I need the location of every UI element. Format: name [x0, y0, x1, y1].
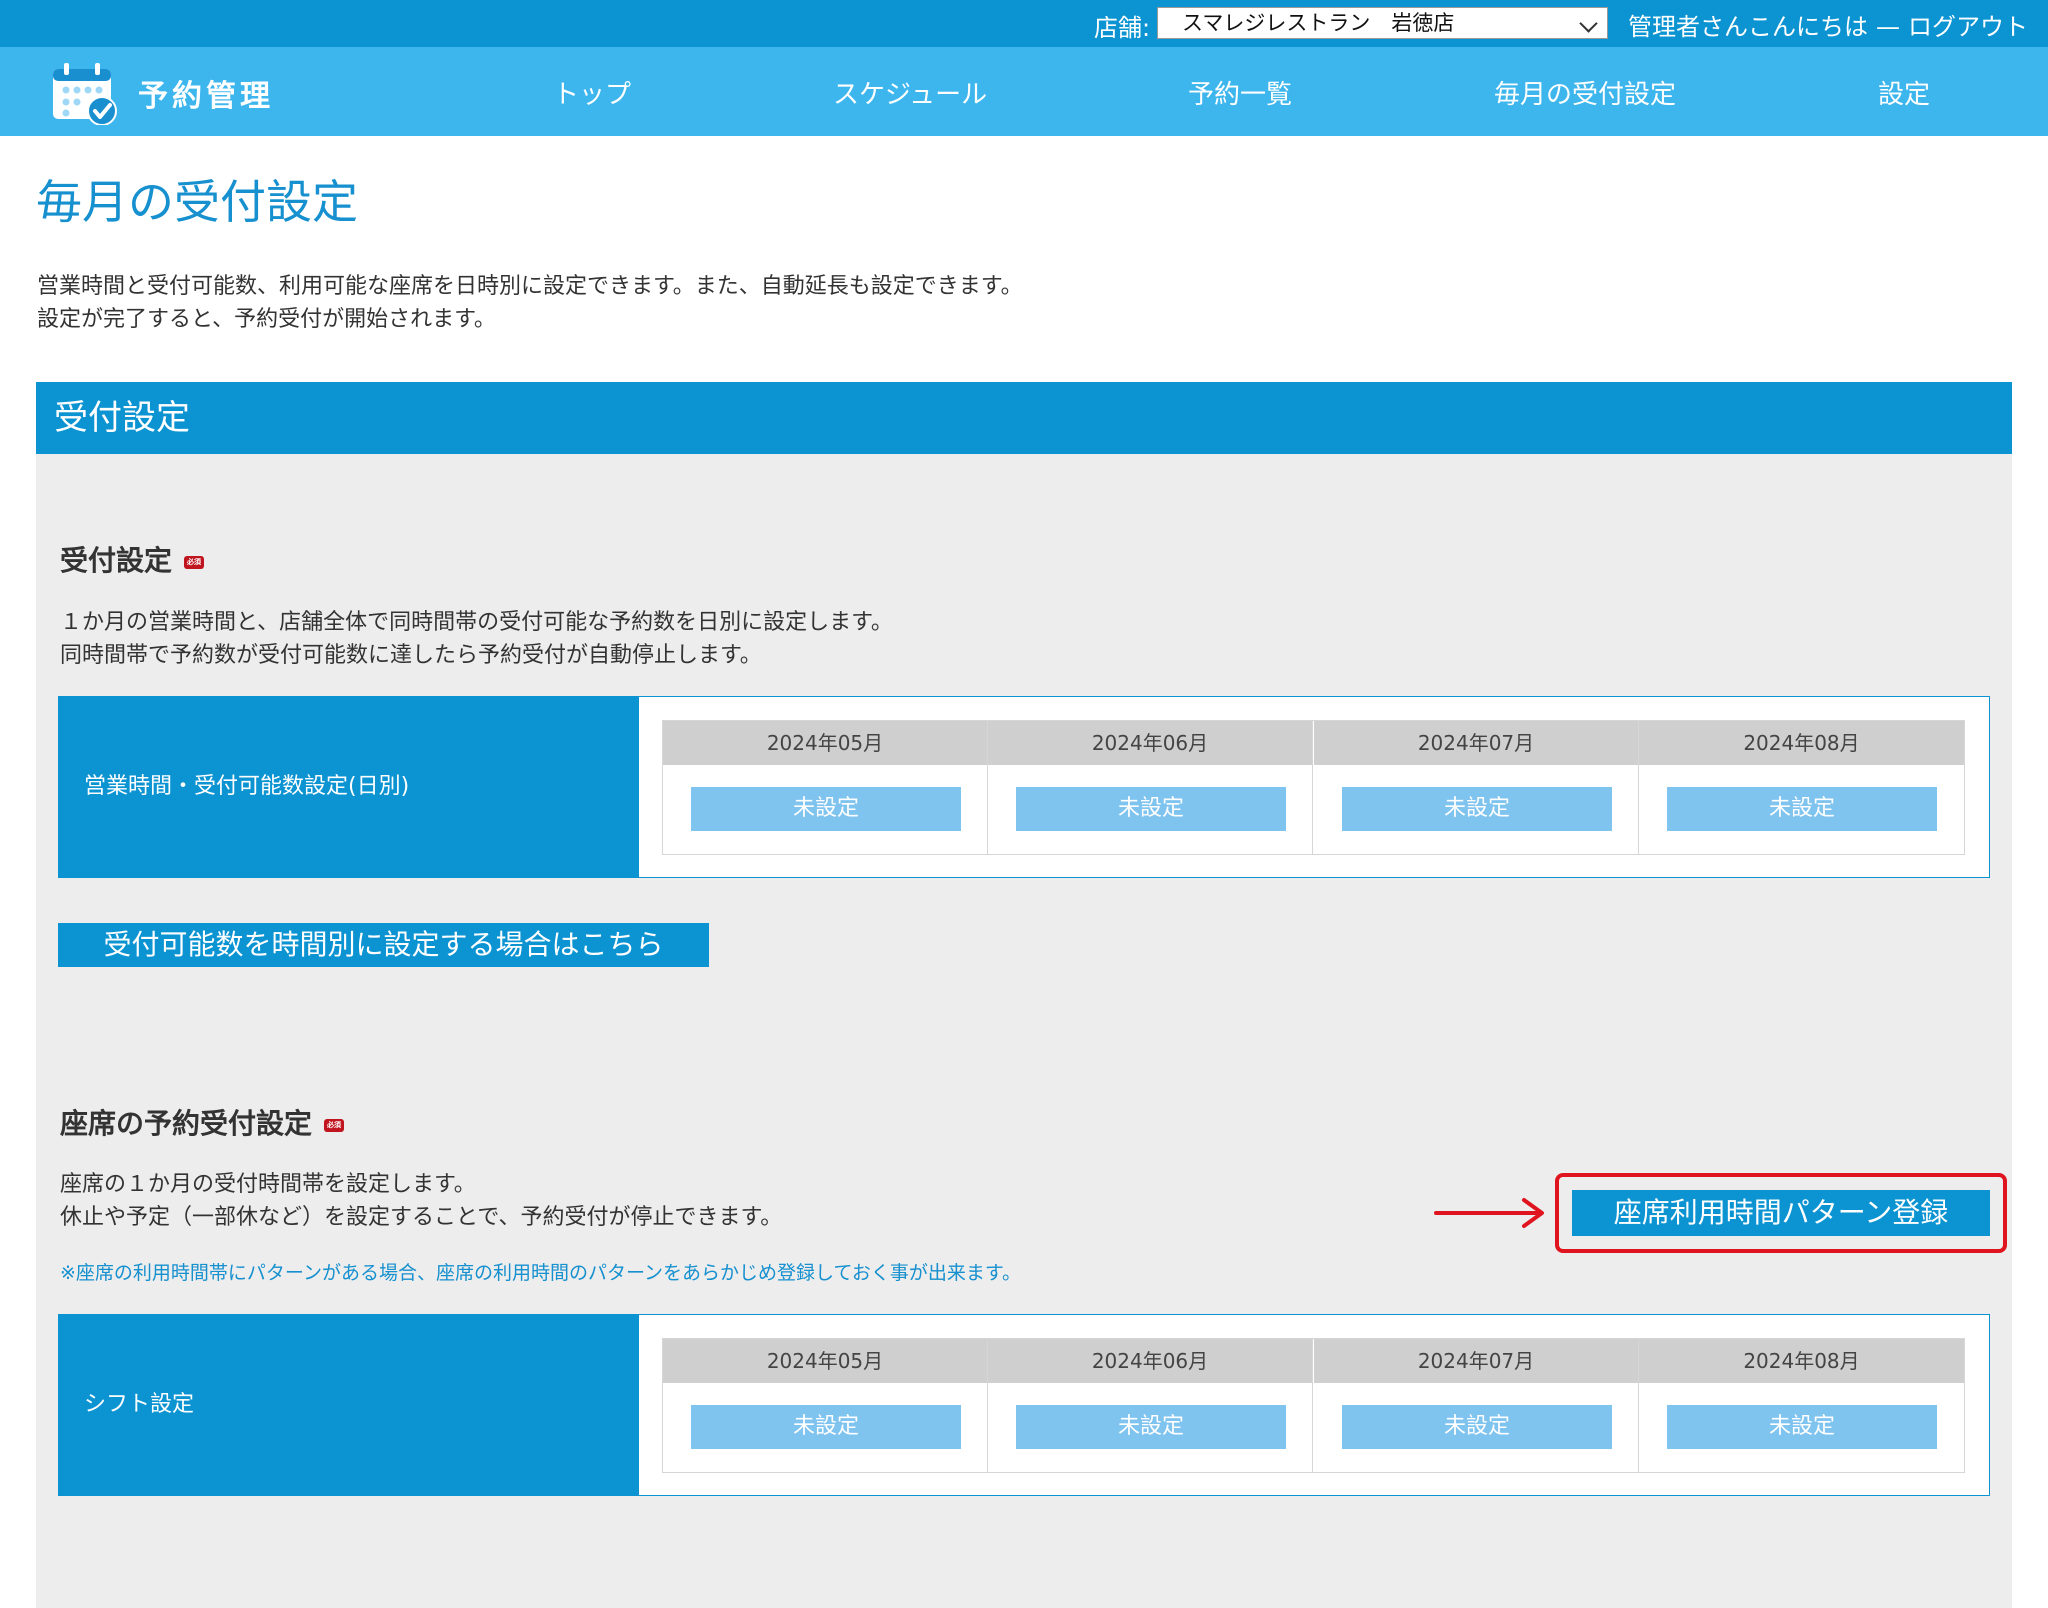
top-bar: 店舗: スマレジレストラン 岩徳店 管理者さんこんにちは — ログアウト	[0, 0, 2048, 47]
intro-line-1: 営業時間と受付可能数、利用可能な座席を日時別に設定できます。また、自動延長も設定…	[37, 274, 1023, 299]
month-column: 2024年06月 未設定	[988, 721, 1313, 854]
page-title: 毎月の受付設定	[36, 175, 358, 229]
month-column: 2024年08月 未設定	[1639, 1339, 1964, 1472]
shift-setting-label: シフト設定	[59, 1315, 639, 1495]
month-header: 2024年08月	[1639, 1339, 1964, 1383]
status-button[interactable]: 未設定	[691, 787, 961, 831]
month-column: 2024年05月 未設定	[663, 1339, 988, 1472]
seat-title-text: 座席の予約受付設定	[60, 1107, 313, 1140]
status-button[interactable]: 未設定	[1667, 1405, 1937, 1449]
reception-desc-line-1: １か月の営業時間と、店舗全体で同時間帯の受付可能な予約数を日別に設定します。	[60, 610, 893, 635]
month-header: 2024年07月	[1314, 721, 1638, 765]
store-select[interactable]: スマレジレストラン 岩徳店	[1157, 7, 1608, 39]
section-header: 受付設定	[36, 382, 2012, 454]
seat-desc-line-2: 休止や予定（一部休など）を設定することで、予約受付が停止できます。	[60, 1205, 783, 1230]
nav-item-settings[interactable]: 設定	[1878, 74, 1930, 111]
month-column: 2024年06月 未設定	[988, 1339, 1313, 1472]
main-nav: 予約管理 トップ スケジュール 予約一覧 毎月の受付設定 設定	[0, 47, 2048, 136]
month-header: 2024年06月	[988, 1339, 1312, 1383]
status-button[interactable]: 未設定	[1342, 787, 1612, 831]
time-based-settings-button[interactable]: 受付可能数を時間別に設定する場合はこちら	[58, 923, 709, 967]
nav-item-monthly-settings[interactable]: 毎月の受付設定	[1494, 74, 1676, 111]
month-header: 2024年05月	[663, 1339, 987, 1383]
status-button[interactable]: 未設定	[1342, 1405, 1612, 1449]
month-column: 2024年05月 未設定	[663, 721, 988, 854]
reception-desc-line-2: 同時間帯で予約数が受付可能数に達したら予約受付が自動停止します。	[60, 643, 762, 668]
intro-line-2: 設定が完了すると、予約受付が開始されます。	[37, 307, 496, 332]
store-label: 店舗:	[1094, 14, 1151, 42]
month-header: 2024年05月	[663, 721, 987, 765]
page-intro: 営業時間と受付可能数、利用可能な座席を日時別に設定できます。また、自動延長も設定…	[37, 270, 1023, 336]
shift-setting-box: シフト設定 2024年05月 未設定 2024年06月 未設定 2024年07月…	[58, 1314, 1990, 1496]
month-column: 2024年08月 未設定	[1639, 721, 1964, 854]
seat-description: 座席の１か月の受付時間帯を設定します。 休止や予定（一部休など）を設定することで…	[60, 1168, 782, 1234]
seat-title: 座席の予約受付設定 必須	[60, 1102, 345, 1142]
calendar-check-icon	[53, 63, 117, 125]
logout-link[interactable]: ログアウト	[1908, 13, 2028, 41]
month-column: 2024年07月 未設定	[1314, 721, 1639, 854]
required-badge: 必須	[324, 1118, 345, 1132]
shift-month-table: 2024年05月 未設定 2024年06月 未設定 2024年07月 未設定 2…	[662, 1338, 1965, 1473]
seat-desc-line-1: 座席の１か月の受付時間帯を設定します。	[60, 1172, 476, 1197]
seat-pattern-register-button[interactable]: 座席利用時間パターン登録	[1572, 1190, 1990, 1236]
arrow-right-icon	[1434, 1198, 1544, 1228]
required-badge: 必須	[184, 555, 205, 569]
status-button[interactable]: 未設定	[1016, 1405, 1286, 1449]
nav-item-reservations[interactable]: 予約一覧	[1188, 74, 1292, 111]
nav-item-top[interactable]: トップ	[553, 74, 631, 111]
reception-description: １か月の営業時間と、店舗全体で同時間帯の受付可能な予約数を日別に設定します。 同…	[60, 606, 893, 672]
reception-setting-box: 営業時間・受付可能数設定(日別) 2024年05月 未設定 2024年06月 未…	[58, 696, 1990, 878]
reception-month-table: 2024年05月 未設定 2024年06月 未設定 2024年07月 未設定 2…	[662, 720, 1965, 855]
month-header: 2024年07月	[1314, 1339, 1638, 1383]
store-select-value: スマレジレストラン 岩徳店	[1182, 11, 1455, 35]
seat-pattern-note: ※座席の利用時間帯にパターンがある場合、座席の利用時間のパターンをあらかじめ登録…	[60, 1262, 1021, 1284]
reception-title: 受付設定 必須	[60, 539, 205, 579]
app-logo-text[interactable]: 予約管理	[138, 71, 274, 115]
month-header: 2024年08月	[1639, 721, 1964, 765]
reception-title-text: 受付設定	[60, 544, 173, 577]
chevron-down-icon	[1579, 14, 1598, 33]
greeting-separator: —	[1876, 13, 1900, 41]
status-button[interactable]: 未設定	[1667, 787, 1937, 831]
status-button[interactable]: 未設定	[1016, 787, 1286, 831]
month-column: 2024年07月 未設定	[1314, 1339, 1639, 1472]
reception-setting-label: 営業時間・受付可能数設定(日別)	[59, 697, 639, 877]
nav-item-schedule[interactable]: スケジュール	[833, 74, 987, 111]
status-button[interactable]: 未設定	[691, 1405, 961, 1449]
month-header: 2024年06月	[988, 721, 1312, 765]
user-greeting: 管理者さんこんにちは — ログアウト	[1628, 7, 2028, 42]
greeting-text: 管理者さんこんにちは	[1628, 13, 1868, 41]
